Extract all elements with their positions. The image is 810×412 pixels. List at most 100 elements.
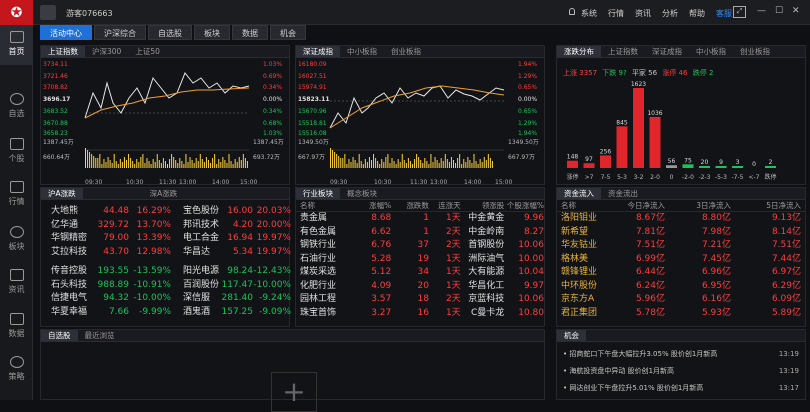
menu-help[interactable]: 帮助 [689, 8, 705, 19]
flow-cell: 7.21亿 [701, 240, 731, 250]
mover-row[interactable]: 石头科技 988.89 -10.91% 百润股份 117.47 -10.00% [51, 279, 291, 293]
tab-distribution[interactable]: 涨跌分布 [557, 46, 601, 57]
tab-dist-sme[interactable]: 中小板指 [689, 46, 733, 57]
tab-industry[interactable]: 行业板块 [296, 188, 340, 199]
tab-opportunity[interactable]: 机会 [270, 25, 306, 40]
sidebar-item-data[interactable]: 数据 [0, 307, 33, 347]
restore-icon[interactable]: ⤢ [733, 6, 746, 18]
tab-sz-movers[interactable]: 深A涨跌 [143, 188, 185, 199]
distribution-label: -7-5 [732, 174, 744, 181]
volume-bar [391, 158, 393, 168]
industry-row[interactable]: 钢铁行业 6.76 37 2天 首钢股份 10.06 [300, 239, 544, 253]
flow-row[interactable]: 君正集团 5.78亿 5.93亿 5.89亿 [561, 307, 805, 321]
flow-row[interactable]: 格林美 6.99亿 7.45亿 7.44亿 [561, 253, 805, 267]
tab-watchlist[interactable]: 自选股 [148, 25, 192, 40]
flow-row[interactable]: 中环股份 6.24亿 6.95亿 6.29亿 [561, 280, 805, 294]
bell-icon[interactable] [569, 8, 575, 15]
flow-row[interactable]: 洛阳钼业 8.67亿 8.80亿 9.13亿 [561, 212, 805, 226]
tab-data[interactable]: 数据 [232, 25, 268, 40]
volume-bar [119, 159, 121, 168]
sidebar-item-sector[interactable]: 板块 [0, 220, 33, 260]
sidebar-item-home[interactable]: 首页 [0, 25, 33, 65]
close-icon[interactable]: ✕ [792, 6, 800, 16]
capital-flow-panel: 资金流入 资金流出 名称 今日净流入 3日净流入 5日净流入 洛阳钼业 8.67亿… [556, 187, 806, 327]
tab-opportunity-news[interactable]: 机会 [557, 330, 586, 341]
tab-activity[interactable]: 活动中心 [40, 25, 92, 40]
industry-row[interactable]: 珠宝首饰 3.27 16 1天 C曼卡龙 10.80 [300, 307, 544, 321]
flow-row[interactable]: 赣锋锂业 6.44亿 6.96亿 6.97亿 [561, 266, 805, 280]
sidebar-item-stock[interactable]: 个股 [0, 132, 33, 172]
mover-row[interactable]: 传音控股 193.55 -13.59% 阳光电源 98.24 -12.43% [51, 265, 291, 279]
mover-row[interactable]: 信捷电气 94.32 -10.00% 深信服 281.40 -9.24% [51, 292, 291, 306]
sidebar-item-strategy[interactable]: 策略 [0, 350, 33, 390]
industry-row[interactable]: 化肥行业 4.09 20 1天 华昌化工 9.97 [300, 280, 544, 294]
mover-row[interactable]: 艾拉科技 43.70 12.98% 华昌达 5.34 19.97% [51, 246, 291, 260]
minimize-icon[interactable]: — [757, 6, 766, 16]
mover-row[interactable]: 华夏幸福 7.66 -9.99% 酒鬼酒 157.25 -9.09% [51, 306, 291, 320]
flow-cell: 格林美 [561, 253, 589, 264]
tab-sector[interactable]: 板块 [194, 25, 230, 40]
sidebar-item-news[interactable]: 资讯 [0, 263, 33, 303]
menu-quotes[interactable]: 行情 [608, 8, 624, 19]
tab-dist-gem[interactable]: 创业板指 [733, 46, 777, 57]
industry-row[interactable]: 园林工程 3.57 18 2天 京蓝科技 10.06 [300, 293, 544, 307]
flow-cell: 6.29亿 [771, 280, 801, 291]
tab-recent[interactable]: 最近浏览 [78, 330, 122, 341]
tab-sz50[interactable]: 上证50 [128, 46, 167, 57]
volume-bar [197, 161, 199, 168]
volume-bar [93, 156, 95, 168]
industry-row[interactable]: 石油行业 5.28 19 1天 洲际油气 10.00 [300, 253, 544, 267]
tab-market[interactable]: 沪深综合 [94, 25, 146, 40]
mover-row[interactable]: 华钢精密 79.00 13.39% 电工合金 16.94 19.97% [51, 232, 291, 246]
tab-sme-index[interactable]: 中小板指 [340, 46, 384, 57]
news-item[interactable]: • 招商蛇口下午盘大幅拉升3.05% 股价创1月新高 13:19 [563, 346, 799, 363]
mover-row[interactable]: 大地熊 44.48 16.29% 宝色股份 16.00 20.03% [51, 205, 291, 219]
tab-outflow[interactable]: 资金流出 [601, 188, 645, 199]
distribution-bar [633, 88, 644, 168]
volume-bar [242, 154, 244, 168]
tab-hs300[interactable]: 沪深300 [85, 46, 128, 57]
tab-dist-sh[interactable]: 上证指数 [601, 46, 645, 57]
maximize-icon[interactable]: ☐ [775, 6, 783, 16]
tab-sh-index[interactable]: 上证指数 [41, 46, 85, 57]
sidebar-item-watchlist[interactable]: 自选 [0, 87, 33, 127]
mover-cell: 5.34 [232, 246, 253, 257]
tab-concept[interactable]: 概念板块 [340, 188, 384, 199]
flow-row[interactable]: 华友钴业 7.51亿 7.21亿 7.51亿 [561, 239, 805, 253]
tab-dist-sz[interactable]: 深证成指 [645, 46, 689, 57]
industry-row[interactable]: 贵金属 8.68 1 1天 中金黄金 9.96 [300, 212, 544, 226]
sidebar-item-market[interactable]: 行情 [0, 175, 33, 215]
tab-sh-movers[interactable]: 沪A涨跌 [41, 188, 83, 199]
industry-cell: 洲际油气 [468, 253, 505, 264]
svg-text:0.65%: 0.65% [518, 84, 537, 91]
news-item[interactable]: • 海航投资盘中异动 股价创1月新高 13:19 [563, 363, 799, 380]
avatar[interactable] [40, 5, 56, 20]
flow-row[interactable]: 京东方A 5.96亿 6.16亿 6.09亿 [561, 293, 805, 307]
distribution-value: 20 [701, 159, 709, 166]
industry-cell: 京蓝科技 [468, 294, 505, 304]
flow-row[interactable]: 新希望 7.81亿 7.98亿 8.14亿 [561, 226, 805, 240]
volume-bar [113, 154, 115, 168]
sh-index-chart: 3734.11 3721.46 3708.82 3696.17 3683.52 … [43, 61, 284, 186]
industry-cell: 1 [423, 226, 429, 237]
flow-cell: 新希望 [561, 226, 589, 237]
menu-news[interactable]: 资讯 [635, 8, 651, 19]
news-item[interactable]: • 网达创业下午盘拉升5.01% 股价创1月新高 13:17 [563, 380, 799, 397]
menu-service[interactable]: 客服 [716, 8, 732, 19]
mover-row[interactable]: 亿华通 329.72 13.70% 邦讯技术 4.20 20.00% [51, 219, 291, 233]
mover-cell: 329.72 [97, 219, 130, 230]
menu-system[interactable]: 系统 [581, 8, 597, 19]
svg-text:1349.50万: 1349.50万 [298, 139, 329, 146]
menu-analysis[interactable]: 分析 [662, 8, 678, 19]
add-watch-button[interactable]: + [271, 372, 317, 412]
distribution-label: 5-3 [617, 174, 627, 181]
distribution-label: -2-0 [682, 174, 694, 181]
industry-row[interactable]: 煤炭采选 5.12 34 1天 大有能源 10.04 [300, 266, 544, 280]
tab-gem-index[interactable]: 创业板指 [384, 46, 428, 57]
user-name[interactable]: 游客076663 [66, 8, 113, 19]
tab-inflow[interactable]: 资金流入 [557, 188, 601, 199]
tab-sz-index[interactable]: 深证成指 [296, 46, 340, 57]
industry-row[interactable]: 有色金属 6.62 1 2天 中金岭南 8.27 [300, 226, 544, 240]
tab-watch[interactable]: 自选股 [41, 330, 78, 341]
distribution-label: -5-3 [715, 174, 727, 181]
